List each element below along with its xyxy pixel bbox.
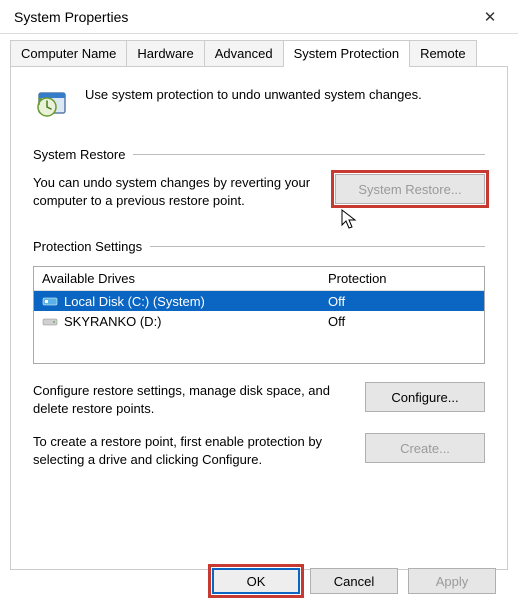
cancel-button[interactable]: Cancel <box>310 568 398 594</box>
tab-panel: Use system protection to undo unwanted s… <box>10 67 508 570</box>
footer-buttons: OK Cancel Apply <box>10 558 508 594</box>
protection-status: Off <box>320 292 484 311</box>
tab-remote[interactable]: Remote <box>409 40 477 67</box>
intro-row: Use system protection to undo unwanted s… <box>33 81 485 123</box>
protection-status: Off <box>320 312 484 331</box>
drives-table: Available Drives Protection Local Disk (… <box>33 266 485 364</box>
tab-advanced[interactable]: Advanced <box>204 40 284 67</box>
divider <box>150 246 485 247</box>
cursor-icon <box>341 209 359 231</box>
configure-text: Configure restore settings, manage disk … <box>33 382 345 417</box>
system-protection-icon <box>33 85 71 123</box>
create-button[interactable]: Create... <box>365 433 485 463</box>
drive-icon <box>42 315 58 327</box>
system-restore-group-label: System Restore <box>33 147 485 162</box>
column-protection[interactable]: Protection <box>320 267 484 290</box>
restore-row: You can undo system changes by reverting… <box>33 174 485 209</box>
tab-computer-name[interactable]: Computer Name <box>10 40 127 67</box>
restore-text: You can undo system changes by reverting… <box>33 174 315 209</box>
create-row: To create a restore point, first enable … <box>33 433 485 468</box>
tabs-row: Computer Name Hardware Advanced System P… <box>10 40 508 67</box>
create-text: To create a restore point, first enable … <box>33 433 345 468</box>
window-title: System Properties <box>14 9 470 25</box>
drive-name: SKYRANKO (D:) <box>64 314 162 329</box>
column-drives[interactable]: Available Drives <box>34 267 320 290</box>
table-header: Available Drives Protection <box>34 267 484 291</box>
apply-button[interactable]: Apply <box>408 568 496 594</box>
intro-text: Use system protection to undo unwanted s… <box>85 85 422 102</box>
configure-row: Configure restore settings, manage disk … <box>33 382 485 417</box>
tab-hardware[interactable]: Hardware <box>126 40 204 67</box>
drive-name: Local Disk (C:) (System) <box>64 294 205 309</box>
ok-button[interactable]: OK <box>212 568 300 594</box>
system-restore-button[interactable]: System Restore... <box>335 174 485 204</box>
protection-settings-label: Protection Settings <box>33 239 142 254</box>
tab-system-protection[interactable]: System Protection <box>283 40 411 67</box>
close-icon[interactable]: ✕ <box>470 8 510 26</box>
protection-settings-group-label: Protection Settings <box>33 239 485 254</box>
divider <box>133 154 485 155</box>
system-restore-label: System Restore <box>33 147 125 162</box>
table-row[interactable]: SKYRANKO (D:) Off <box>34 311 484 331</box>
configure-button[interactable]: Configure... <box>365 382 485 412</box>
titlebar: System Properties ✕ <box>0 0 518 34</box>
table-row[interactable]: Local Disk (C:) (System) Off <box>34 291 484 311</box>
drive-icon <box>42 295 58 307</box>
